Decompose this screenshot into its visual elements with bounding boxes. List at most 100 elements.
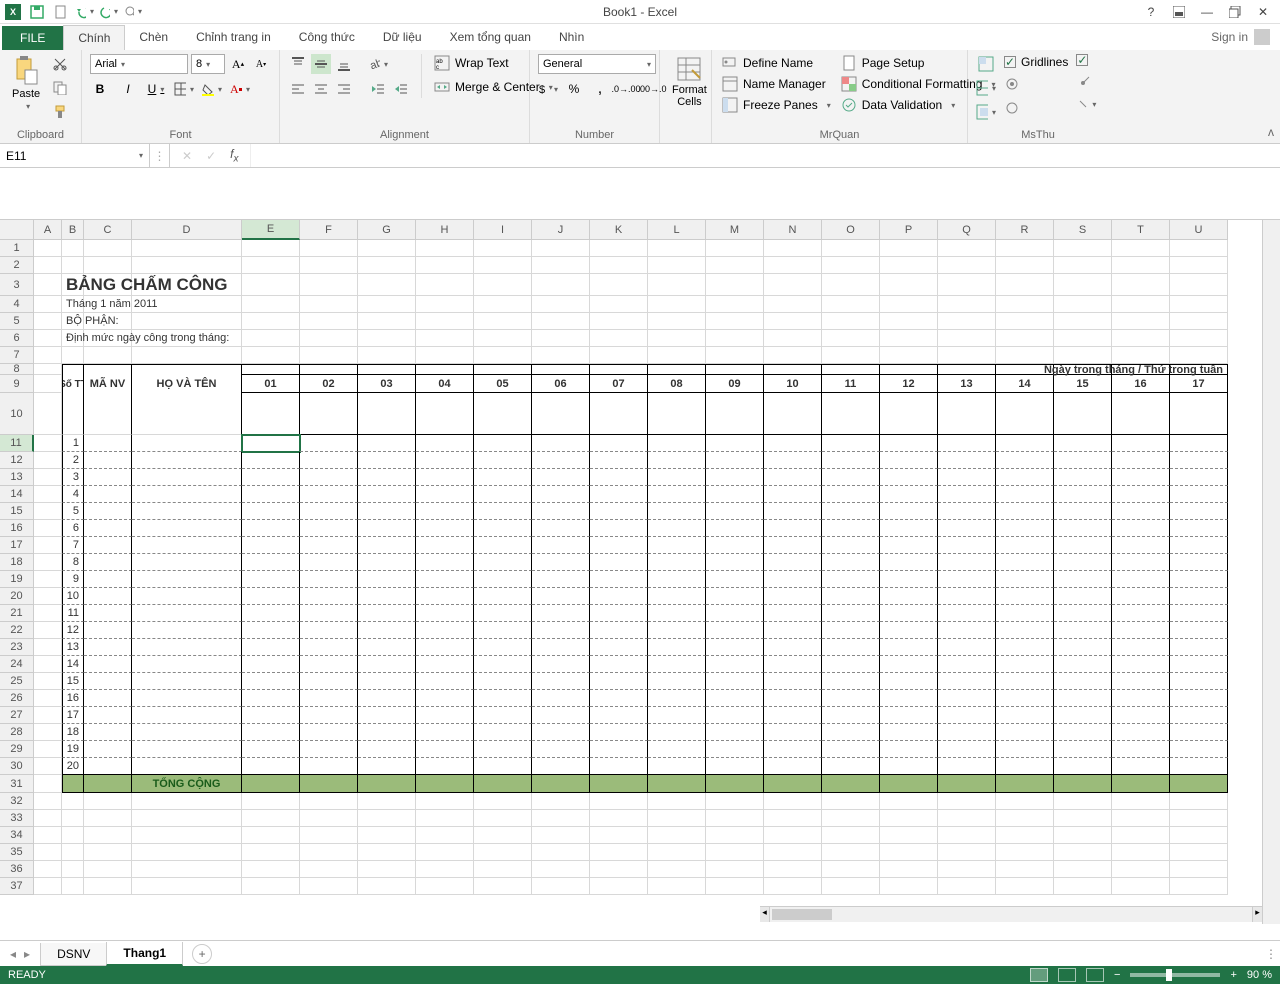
cell[interactable] xyxy=(84,656,132,673)
cell[interactable] xyxy=(938,347,996,364)
cell[interactable] xyxy=(84,793,132,810)
cell[interactable] xyxy=(880,296,938,313)
cell[interactable] xyxy=(474,639,532,656)
cell[interactable]: BỘ PHẬN: xyxy=(62,313,84,330)
row-header[interactable]: 17 xyxy=(0,537,34,554)
cell[interactable] xyxy=(84,707,132,724)
tab-file[interactable]: FILE xyxy=(2,26,63,50)
cell[interactable] xyxy=(996,775,1054,793)
cell[interactable] xyxy=(1170,605,1228,622)
cell[interactable] xyxy=(996,673,1054,690)
cell[interactable] xyxy=(648,313,706,330)
cell[interactable] xyxy=(590,296,648,313)
cell[interactable] xyxy=(300,775,358,793)
cell[interactable] xyxy=(938,330,996,347)
cell[interactable] xyxy=(706,537,764,554)
cell[interactable] xyxy=(474,240,532,257)
cell[interactable] xyxy=(706,793,764,810)
cell[interactable] xyxy=(1112,741,1170,758)
row-header[interactable]: 36 xyxy=(0,861,34,878)
cell[interactable] xyxy=(880,520,938,537)
cell[interactable] xyxy=(532,758,590,775)
cell[interactable] xyxy=(764,639,822,656)
cell[interactable] xyxy=(590,313,648,330)
row-header[interactable]: 9 xyxy=(0,375,34,393)
cell[interactable] xyxy=(1112,554,1170,571)
row-header[interactable]: 29 xyxy=(0,741,34,758)
cell[interactable] xyxy=(1054,690,1112,707)
cell[interactable] xyxy=(242,690,300,707)
borders-button[interactable]: ▾ xyxy=(174,79,194,99)
cell[interactable] xyxy=(996,588,1054,605)
cell[interactable] xyxy=(474,520,532,537)
cell[interactable]: 13 xyxy=(62,639,84,656)
cell[interactable] xyxy=(358,775,416,793)
cell[interactable] xyxy=(242,520,300,537)
cell[interactable] xyxy=(822,274,880,296)
cell[interactable] xyxy=(938,435,996,452)
cell[interactable] xyxy=(358,878,416,895)
cell[interactable] xyxy=(938,393,996,435)
column-header[interactable]: I xyxy=(474,220,532,240)
cell[interactable] xyxy=(648,588,706,605)
cell[interactable] xyxy=(532,605,590,622)
cell[interactable] xyxy=(1054,827,1112,844)
cell[interactable] xyxy=(84,486,132,503)
ribbon-tab[interactable]: Chèn xyxy=(125,25,182,50)
cell[interactable] xyxy=(300,793,358,810)
cell[interactable] xyxy=(1170,257,1228,274)
cell[interactable] xyxy=(474,257,532,274)
cell[interactable] xyxy=(938,878,996,895)
cell[interactable] xyxy=(996,639,1054,656)
column-header[interactable]: F xyxy=(300,220,358,240)
cell[interactable] xyxy=(764,503,822,520)
cell[interactable] xyxy=(532,707,590,724)
cell[interactable] xyxy=(880,486,938,503)
cell[interactable] xyxy=(532,520,590,537)
cell[interactable] xyxy=(474,313,532,330)
cell[interactable] xyxy=(132,622,242,639)
normal-view-button[interactable] xyxy=(1030,968,1048,982)
cell[interactable] xyxy=(34,793,62,810)
cell[interactable] xyxy=(34,571,62,588)
cell[interactable]: 05 xyxy=(474,375,532,393)
cell[interactable] xyxy=(242,741,300,758)
cell[interactable]: Số TT xyxy=(62,375,84,393)
row-header[interactable]: 15 xyxy=(0,503,34,520)
cell[interactable] xyxy=(648,775,706,793)
cell[interactable] xyxy=(132,707,242,724)
cell[interactable] xyxy=(416,673,474,690)
row-header[interactable]: 34 xyxy=(0,827,34,844)
row-header[interactable]: 12 xyxy=(0,452,34,469)
column-header[interactable]: P xyxy=(880,220,938,240)
cell[interactable] xyxy=(300,330,358,347)
cell[interactable] xyxy=(706,364,764,375)
cell[interactable] xyxy=(822,313,880,330)
cell[interactable] xyxy=(880,775,938,793)
cell[interactable] xyxy=(300,296,358,313)
cell[interactable] xyxy=(1170,707,1228,724)
cell[interactable] xyxy=(764,605,822,622)
cell[interactable] xyxy=(358,313,416,330)
cell[interactable] xyxy=(242,793,300,810)
cell[interactable] xyxy=(300,313,358,330)
sheet-tab[interactable]: DSNV xyxy=(40,943,107,966)
cell[interactable] xyxy=(532,452,590,469)
cell[interactable] xyxy=(416,469,474,486)
column-header[interactable]: A xyxy=(34,220,62,240)
cell[interactable] xyxy=(84,827,132,844)
cell[interactable] xyxy=(358,274,416,296)
cell[interactable] xyxy=(474,503,532,520)
cell[interactable] xyxy=(242,656,300,673)
cell[interactable] xyxy=(132,673,242,690)
cell[interactable] xyxy=(1112,844,1170,861)
cell[interactable] xyxy=(300,844,358,861)
cell[interactable] xyxy=(416,503,474,520)
cell[interactable] xyxy=(84,775,132,793)
cell[interactable] xyxy=(416,724,474,741)
cell[interactable] xyxy=(590,347,648,364)
cell[interactable] xyxy=(648,878,706,895)
cell[interactable] xyxy=(1170,844,1228,861)
cell[interactable] xyxy=(416,520,474,537)
cell[interactable] xyxy=(1054,656,1112,673)
